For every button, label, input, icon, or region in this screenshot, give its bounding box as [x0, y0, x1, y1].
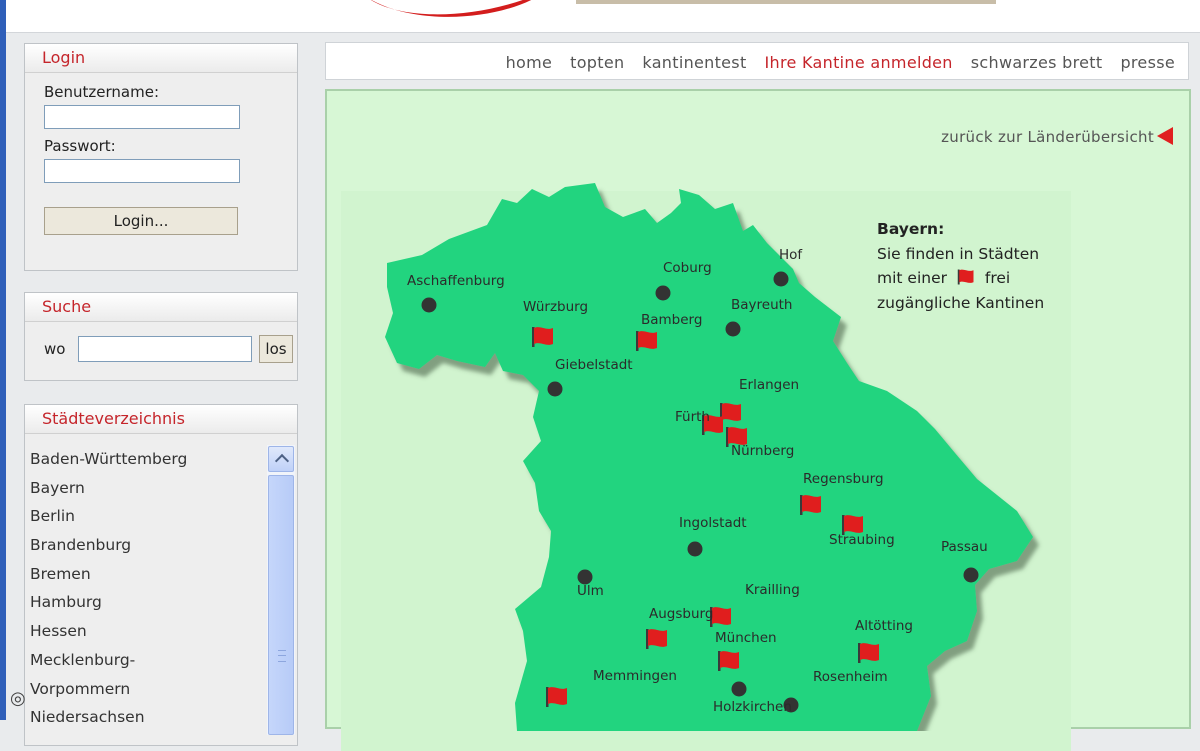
- city-label[interactable]: Altötting: [855, 618, 913, 634]
- city-label: Rosenheim: [813, 669, 888, 685]
- state-list-item[interactable]: Hamburg: [25, 588, 269, 617]
- nav-schwarzes-brett[interactable]: schwarzes brett: [962, 43, 1112, 81]
- legend-title: Bayern:: [877, 220, 945, 238]
- search-label: wo: [44, 340, 66, 358]
- city-label[interactable]: Memmingen: [593, 668, 677, 684]
- state-list-item[interactable]: Bayern: [25, 474, 269, 503]
- state-list-item[interactable]: Vorpommern: [25, 675, 269, 704]
- map-legend: Bayern: Sie finden in Städten mit einer …: [877, 217, 1044, 315]
- city-label: Ulm: [577, 583, 604, 599]
- state-list-item[interactable]: Niedersachsen: [25, 703, 269, 732]
- main-content: zurück zur Länderübersicht Aschaffenburg…: [325, 89, 1191, 751]
- legend-line2-a: mit einer: [877, 269, 947, 287]
- city-label[interactable]: Würzburg: [523, 299, 588, 315]
- city-dot-icon: [655, 285, 671, 301]
- city-label[interactable]: Regensburg: [803, 471, 884, 487]
- window-edge: [0, 0, 6, 720]
- city-label: Aschaffenburg: [407, 273, 505, 289]
- city-label[interactable]: Augsburg: [649, 606, 713, 622]
- legend-line3: zugängliche Kantinen: [877, 293, 1045, 312]
- search-box: Suche wo los: [24, 292, 298, 381]
- city-label: Coburg: [663, 260, 712, 276]
- city-label[interactable]: Krailling: [745, 582, 800, 598]
- nav-presse[interactable]: presse: [1111, 43, 1184, 81]
- legend-line2-b: frei: [984, 269, 1011, 287]
- login-title: Login: [25, 44, 297, 73]
- legend-line1: Sie finden in Städten: [877, 244, 1040, 263]
- city-label[interactable]: Nürnberg: [731, 443, 794, 459]
- password-label: Passwort:: [44, 137, 116, 155]
- username-input[interactable]: [44, 105, 240, 129]
- city-label: Holzkirchen: [713, 699, 792, 715]
- flag-icon: [957, 269, 974, 285]
- nav-home[interactable]: home: [497, 43, 562, 81]
- state-list-item[interactable]: Berlin: [25, 502, 269, 531]
- city-label[interactable]: Bamberg: [641, 312, 702, 328]
- search-input[interactable]: [78, 336, 252, 362]
- site-banner: [6, 0, 1200, 33]
- city-dot-icon: [421, 297, 437, 313]
- city-label: Giebelstadt: [555, 357, 633, 373]
- state-list-item[interactable]: Brandenburg: [25, 531, 269, 560]
- state-list-item[interactable]: Hessen: [25, 617, 269, 646]
- city-label[interactable]: München: [715, 630, 777, 646]
- directory-box: Städteverzeichnis Baden-Württemberg Baye…: [24, 404, 298, 746]
- search-button[interactable]: los: [259, 335, 293, 363]
- state-list-item[interactable]: Baden-Württemberg: [25, 445, 269, 474]
- scroll-thumb[interactable]: [268, 475, 294, 735]
- state-list-item[interactable]: Mecklenburg-: [25, 646, 269, 675]
- directory-title: Städteverzeichnis: [25, 405, 297, 434]
- city-dot-icon: [725, 321, 741, 337]
- password-input[interactable]: [44, 159, 240, 183]
- city-dot-icon: [963, 567, 979, 583]
- grip-icon: [278, 650, 286, 662]
- city-dot-icon: [547, 381, 563, 397]
- cursor-icon: ◎: [10, 688, 26, 709]
- username-label: Benutzername:: [44, 83, 160, 101]
- top-nav: home topten kantinentest Ihre Kantine an…: [325, 42, 1189, 80]
- city-dot-icon: [731, 681, 747, 697]
- login-box: Login Benutzername: Passwort: Login...: [24, 43, 298, 271]
- legend-line2: mit einer frei: [877, 266, 1044, 291]
- scroll-up-icon[interactable]: [268, 446, 294, 472]
- nav-kantine-anmelden[interactable]: Ihre Kantine anmelden: [756, 43, 962, 81]
- bayern-map: Aschaffenburg Würzburg Coburg Hof Bamberg Bay…: [385, 183, 1033, 731]
- city-label: Bayreuth: [731, 297, 793, 313]
- login-button[interactable]: Login...: [44, 207, 238, 235]
- city-dot-icon: [773, 271, 789, 287]
- city-label: Passau: [941, 539, 988, 555]
- city-label[interactable]: Erlangen: [739, 377, 799, 393]
- chili-logo-icon: [371, 0, 532, 17]
- banner-strip: [576, 0, 996, 4]
- search-title: Suche: [25, 293, 297, 322]
- nav-topten[interactable]: topten: [561, 43, 633, 81]
- city-label: Ingolstadt: [679, 515, 747, 531]
- city-dot-icon: [687, 541, 703, 557]
- list-scrollbar[interactable]: [267, 445, 295, 735]
- state-list-item[interactable]: Bremen: [25, 560, 269, 589]
- city-label[interactable]: Straubing: [829, 532, 895, 548]
- city-label[interactable]: Fürth: [675, 409, 710, 425]
- state-list: Baden-Württemberg Bayern Berlin Brandenb…: [25, 445, 269, 732]
- city-label: Hof: [779, 247, 803, 263]
- nav-kantinentest[interactable]: kantinentest: [633, 43, 755, 81]
